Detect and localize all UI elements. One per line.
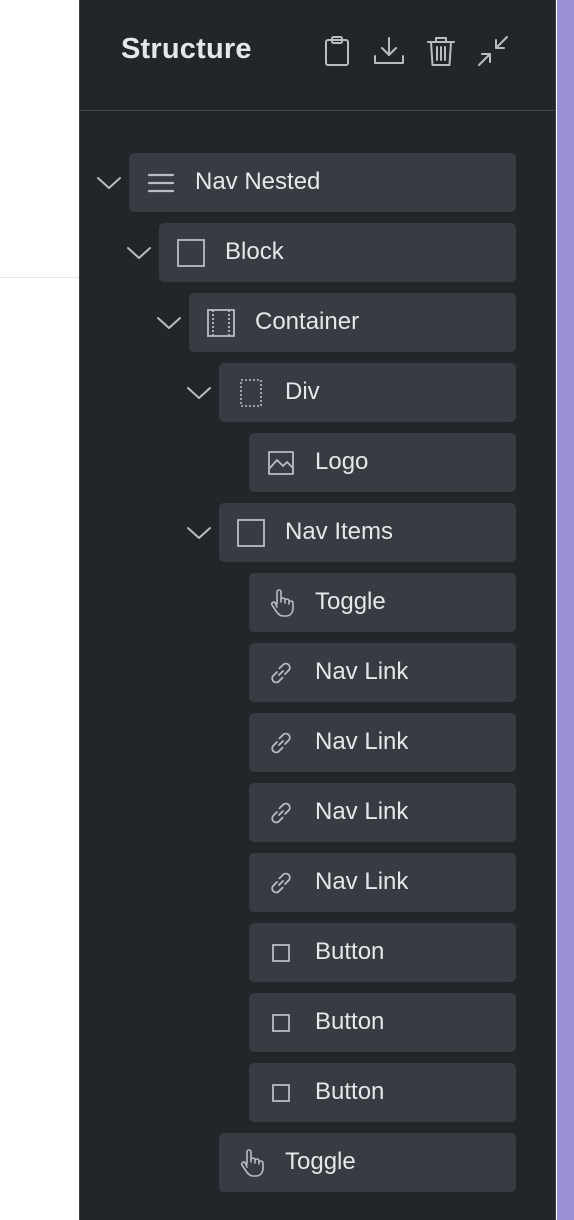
canvas-area (0, 0, 79, 1220)
expand-chevron-icon[interactable] (184, 518, 214, 548)
div-icon (235, 377, 267, 409)
trash-icon[interactable] (424, 34, 458, 68)
canvas-divider (0, 277, 79, 278)
tree-item-label: Button (315, 1078, 385, 1105)
tree-item[interactable]: Div (219, 363, 516, 422)
tree-item[interactable]: Nav Link (249, 643, 516, 702)
tree-item-label: Nav Link (315, 798, 409, 825)
panel-title: Structure (121, 33, 252, 65)
panel-header: Structure (80, 0, 555, 111)
clipboard-icon[interactable] (320, 34, 354, 68)
tree-item[interactable]: Nav Nested (129, 153, 516, 212)
tree-item-label: Nav Items (285, 518, 394, 545)
tree-item-label: Nav Link (315, 728, 409, 755)
tree-item[interactable]: Nav Link (249, 853, 516, 912)
image-icon (265, 447, 297, 479)
tree-item-label: Toggle (315, 588, 386, 615)
tree-item[interactable]: Button (249, 993, 516, 1052)
tree-item[interactable]: Button (249, 1063, 516, 1122)
accent-strip (557, 0, 574, 1220)
hand-pointer-icon (235, 1147, 267, 1179)
expand-chevron-icon[interactable] (154, 308, 184, 338)
collapse-icon[interactable] (476, 34, 510, 68)
tree-item[interactable]: Nav Link (249, 713, 516, 772)
tree-item[interactable]: Button (249, 923, 516, 982)
tree-item[interactable]: Nav Link (249, 783, 516, 842)
tree-item-label: Nav Link (315, 868, 409, 895)
link-icon (265, 657, 297, 689)
square-icon (235, 517, 267, 549)
link-icon (265, 797, 297, 829)
tree-item[interactable]: Logo (249, 433, 516, 492)
square-icon (175, 237, 207, 269)
small-square-icon (265, 1007, 297, 1039)
tree-item-label: Nav Link (315, 658, 409, 685)
expand-chevron-icon[interactable] (124, 238, 154, 268)
tree-item-label: Toggle (285, 1148, 356, 1175)
tree-item[interactable]: Nav Items (219, 503, 516, 562)
tree-item-label: Block (225, 238, 284, 265)
link-icon (265, 867, 297, 899)
tree-item[interactable]: Toggle (219, 1133, 516, 1192)
tree-item-label: Logo (315, 448, 369, 475)
expand-chevron-icon[interactable] (94, 168, 124, 198)
small-square-icon (265, 1077, 297, 1109)
tree-item[interactable]: Toggle (249, 573, 516, 632)
nav-menu-icon (145, 167, 177, 199)
small-square-icon (265, 937, 297, 969)
tree-item[interactable]: Block (159, 223, 516, 282)
tree-item-label: Container (255, 308, 360, 335)
link-icon (265, 727, 297, 759)
tree-item-label: Button (315, 938, 385, 965)
tree-item-label: Button (315, 1008, 385, 1035)
tree-item-label: Div (285, 378, 320, 405)
expand-chevron-icon[interactable] (184, 378, 214, 408)
structure-panel: Structure Nav Nested Block Container Div… (79, 0, 556, 1220)
tree-item[interactable]: Container (189, 293, 516, 352)
tree-item-label: Nav Nested (195, 168, 321, 195)
hand-pointer-icon (265, 587, 297, 619)
container-icon (205, 307, 237, 339)
download-icon[interactable] (372, 34, 406, 68)
